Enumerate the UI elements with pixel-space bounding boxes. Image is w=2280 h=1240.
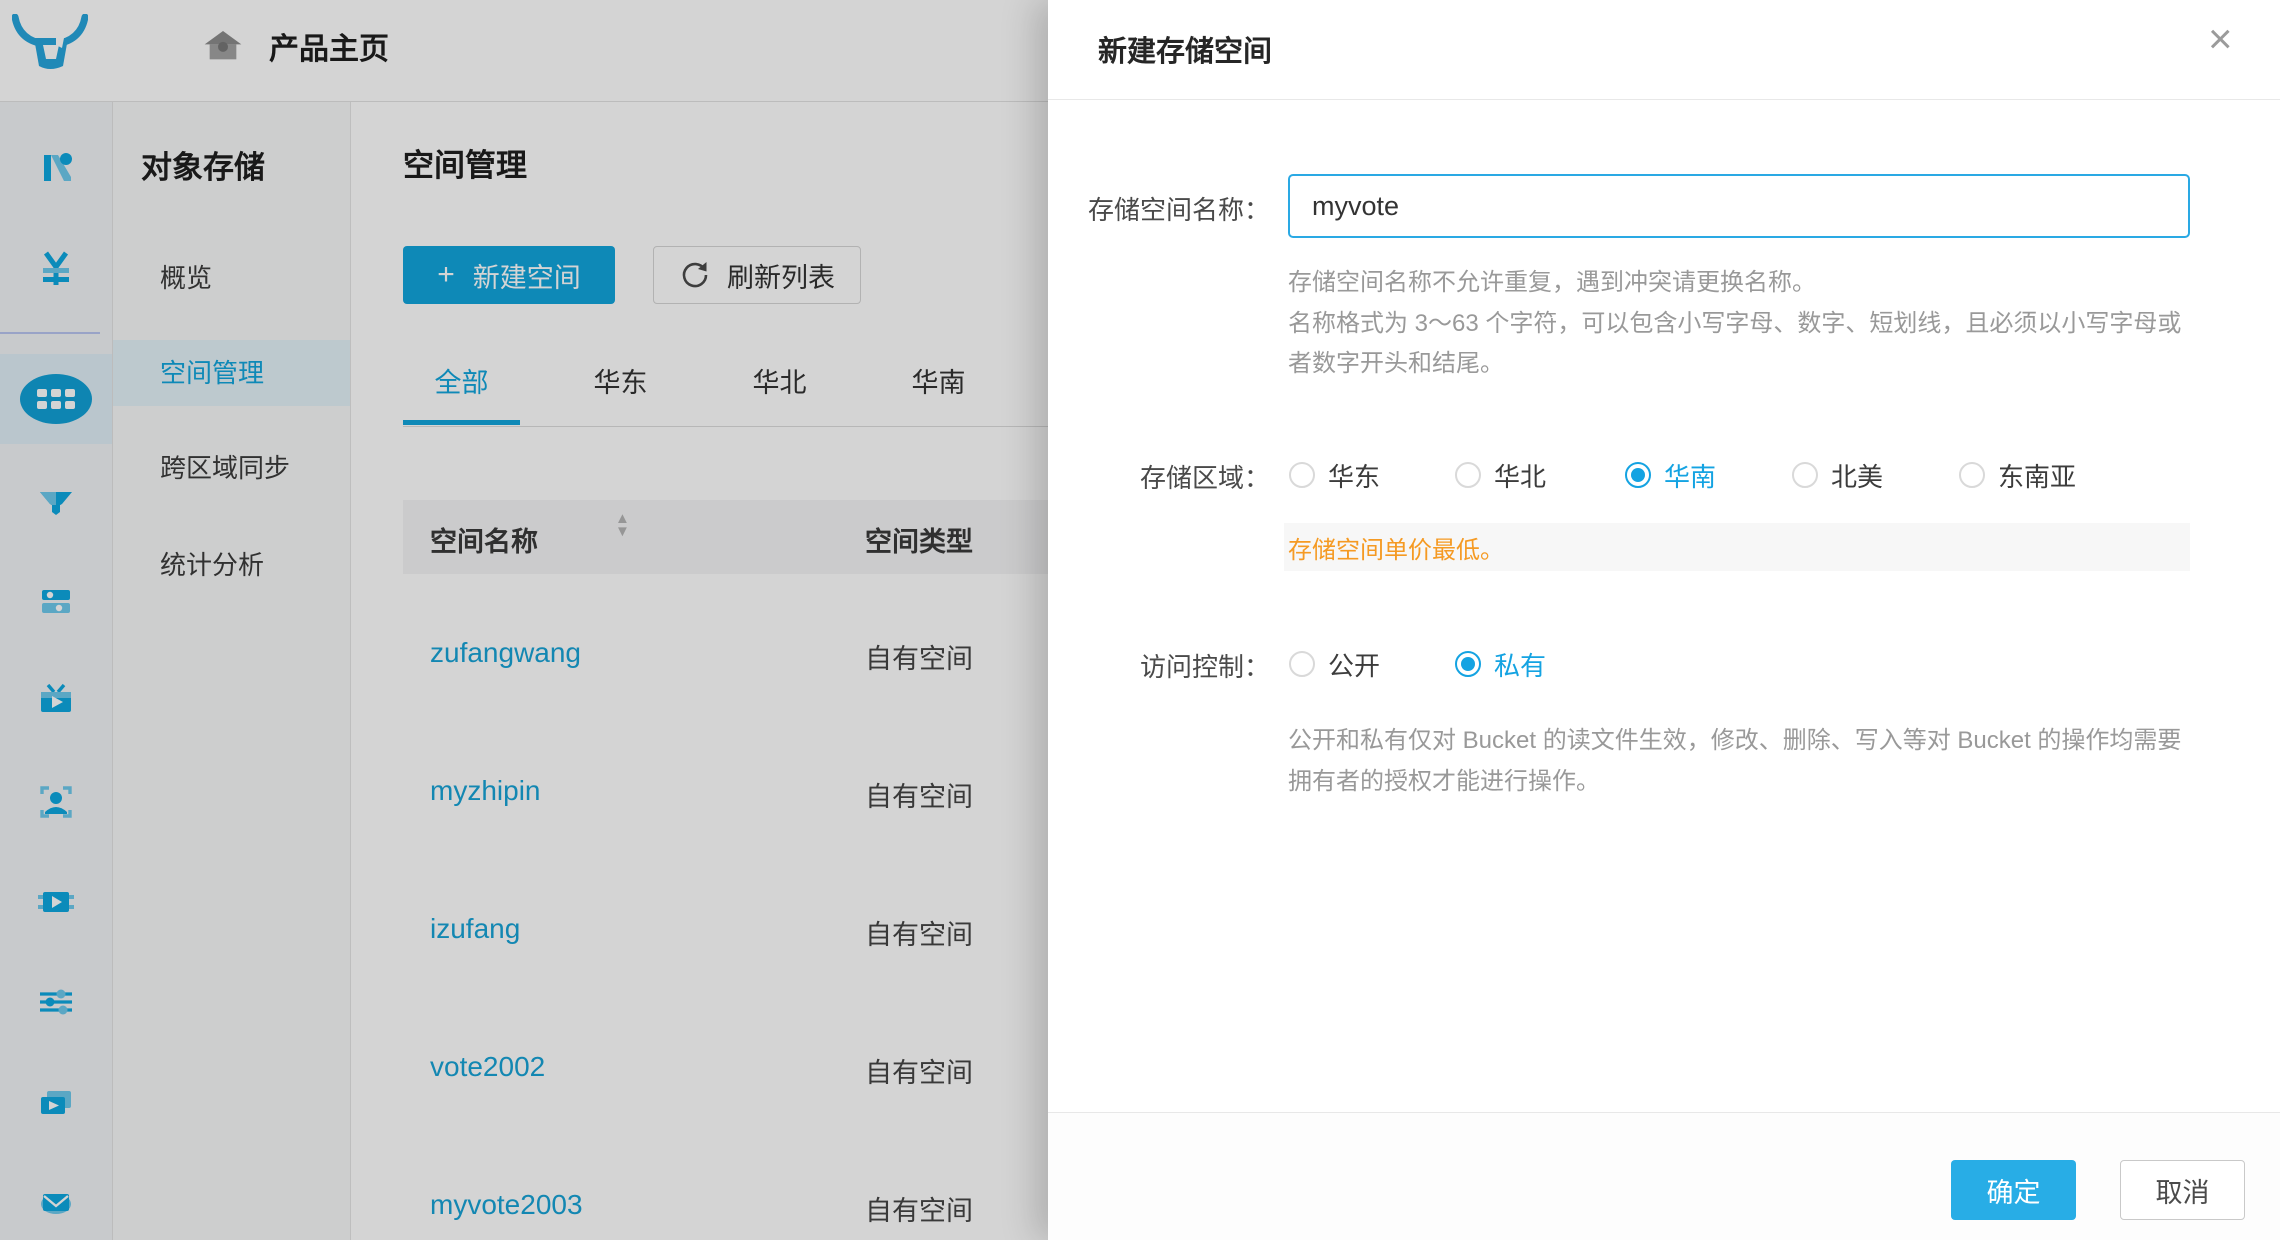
radio-label: 华北	[1494, 457, 1546, 494]
create-bucket-modal: 新建存储空间 × 存储空间名称： 存储空间名称不允许重复，遇到冲突请更换名称。 …	[1048, 0, 2280, 1240]
region-note-band: 存储空间单价最低。	[1284, 523, 2190, 571]
access-label: 访问控制：	[1050, 647, 1270, 684]
radio-region-beimei[interactable]: 北美	[1792, 460, 1883, 490]
radio-icon	[1959, 462, 1985, 488]
radio-access-private[interactable]: 私有	[1455, 649, 1546, 679]
radio-region-huanan[interactable]: 华南	[1625, 460, 1716, 490]
radio-region-huabei[interactable]: 华北	[1455, 460, 1546, 490]
radio-region-dongnanya[interactable]: 东南亚	[1959, 460, 2076, 490]
radio-selected-icon	[1625, 462, 1651, 488]
radio-label: 华南	[1664, 457, 1716, 494]
radio-label: 北美	[1831, 457, 1883, 494]
radio-selected-icon	[1455, 651, 1481, 677]
modal-header: 新建存储空间 ×	[1048, 0, 2280, 100]
radio-icon	[1792, 462, 1818, 488]
name-help-line: 者数字开头和结尾。	[1288, 343, 1504, 378]
radio-label: 东南亚	[1998, 457, 2076, 494]
name-help-line: 名称格式为 3～63 个字符，可以包含小写字母、数字、短划线，且必须以小写字母或	[1288, 303, 2181, 338]
radio-region-huadong[interactable]: 华东	[1289, 460, 1380, 490]
region-label: 存储区域：	[1050, 458, 1270, 495]
bucket-name-label: 存储空间名称：	[1050, 190, 1270, 227]
radio-access-public[interactable]: 公开	[1289, 649, 1380, 679]
confirm-button[interactable]: 确定	[1951, 1160, 2076, 1220]
access-help-line: 公开和私有仅对 Bucket 的读文件生效，修改、删除、写入等对 Bucket …	[1288, 720, 2181, 755]
region-note: 存储空间单价最低。	[1284, 530, 1504, 565]
name-help-line: 存储空间名称不允许重复，遇到冲突请更换名称。	[1288, 262, 1816, 297]
radio-label: 公开	[1328, 646, 1380, 683]
modal-title: 新建存储空间	[1098, 28, 1272, 70]
radio-icon	[1289, 651, 1315, 677]
screen: 产品主页	[0, 0, 2280, 1240]
cancel-button[interactable]: 取消	[2120, 1160, 2245, 1220]
radio-icon	[1455, 462, 1481, 488]
bucket-name-input[interactable]	[1288, 174, 2190, 238]
radio-label: 私有	[1494, 646, 1546, 683]
modal-footer: 确定 取消	[1048, 1112, 2280, 1240]
radio-icon	[1289, 462, 1315, 488]
radio-label: 华东	[1328, 457, 1380, 494]
access-help-line: 拥有者的授权才能进行操作。	[1288, 761, 1600, 796]
close-icon[interactable]: ×	[2208, 18, 2233, 60]
